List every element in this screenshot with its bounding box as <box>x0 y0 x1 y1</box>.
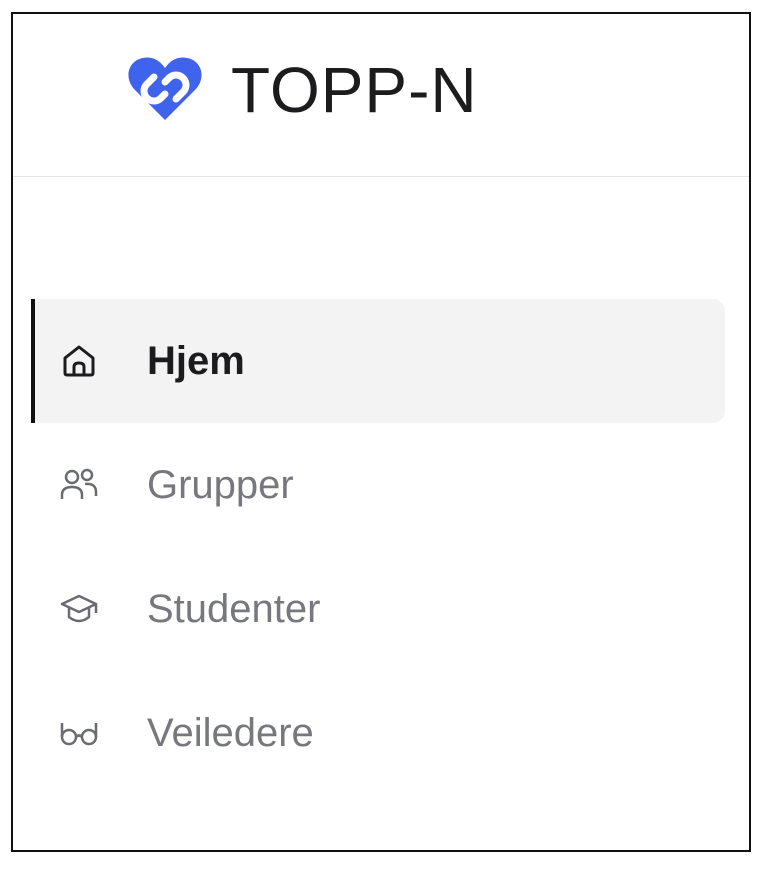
sidebar-item-label: Grupper <box>147 463 294 507</box>
sidebar-item-studenter[interactable]: Studenter <box>31 547 725 671</box>
sidebar-header: TOPP-N <box>13 14 749 177</box>
users-icon <box>59 465 99 505</box>
glasses-icon <box>59 713 99 753</box>
sidebar-item-hjem[interactable]: Hjem <box>31 299 725 423</box>
sidebar-item-label: Veiledere <box>147 711 314 755</box>
graduation-cap-icon <box>59 589 99 629</box>
sidebar-item-label: Studenter <box>147 587 321 631</box>
sidebar-item-grupper[interactable]: Grupper <box>31 423 725 547</box>
heart-link-icon <box>127 54 203 122</box>
brand-name: TOPP-N <box>231 54 478 126</box>
sidebar-item-label: Hjem <box>147 339 245 383</box>
sidebar-panel: TOPP-N Hjem Grupper Studenter Veiledere <box>11 12 751 852</box>
home-icon <box>59 341 99 381</box>
sidebar-item-veiledere[interactable]: Veiledere <box>31 671 725 795</box>
